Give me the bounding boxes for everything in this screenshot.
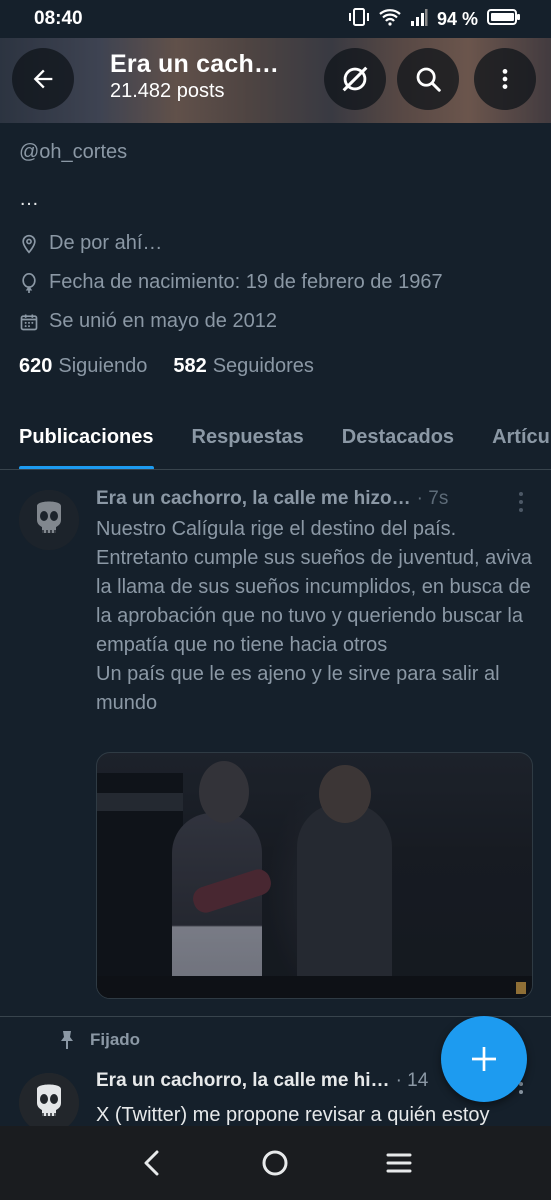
nav-recents-button[interactable] xyxy=(374,1138,424,1188)
profile-birthday-text: Fecha de nacimiento: 19 de febrero de 19… xyxy=(49,271,443,293)
media-singer-head xyxy=(319,765,371,823)
tab-articles[interactable]: Artículos xyxy=(492,406,551,469)
signal-icon xyxy=(410,7,428,32)
tweet[interactable]: Era un cachorro, la calle me hizo… · 7s … xyxy=(0,471,551,1017)
circle-home-icon xyxy=(262,1150,288,1176)
tweet-time[interactable]: · 7s xyxy=(417,488,449,510)
back-arrow-icon xyxy=(33,69,53,89)
profile-location-text: De por ahí… xyxy=(49,232,163,254)
following-label: Siguiendo xyxy=(58,355,148,377)
nav-back-button[interactable] xyxy=(127,1138,177,1188)
skull-avatar-image xyxy=(19,1073,79,1133)
header-title-block: Era un cach… 21.482 posts xyxy=(110,50,279,103)
profile-location: De por ahí… xyxy=(19,232,162,255)
media-singer xyxy=(297,803,392,998)
tweet-media-video[interactable] xyxy=(96,752,533,999)
more-vertical-icon xyxy=(502,69,508,89)
battery-percent: 94 % xyxy=(436,8,478,29)
compose-post-button[interactable] xyxy=(441,1016,527,1102)
skull-avatar-image xyxy=(19,490,79,550)
profile-handle: @oh_cortes xyxy=(19,141,128,163)
profile-joined-text: Se unió en mayo de 2012 xyxy=(49,310,277,332)
followers-label: Seguidores xyxy=(212,355,314,377)
tweet-more-button[interactable] xyxy=(517,491,525,518)
followers-link[interactable]: 582 Seguidores xyxy=(173,355,314,378)
status-icons: 94 % xyxy=(348,7,521,32)
status-time: 08:40 xyxy=(34,8,83,29)
plus-icon xyxy=(472,1047,496,1071)
media-corner-logo xyxy=(516,982,526,994)
search-button[interactable] xyxy=(397,48,459,110)
system-navigation-bar xyxy=(0,1126,551,1200)
battery-icon xyxy=(487,8,521,31)
tweet-header: Era un cachorro, la calle me hi… · 14 xyxy=(96,1070,428,1092)
media-guitarist-head xyxy=(199,761,249,823)
media-amp-top xyxy=(97,793,183,811)
tweet-author-name[interactable]: Era un cachorro, la calle me hizo… xyxy=(96,488,411,510)
nav-home-button[interactable] xyxy=(250,1138,300,1188)
follow-stats: 620 Siguiendo 582 Seguidores xyxy=(19,355,314,378)
tweet-text: Nuestro Calígula rige el destino del paí… xyxy=(96,518,532,714)
tab-replies[interactable]: Respuestas xyxy=(192,406,304,469)
profile-tabs: Publicaciones Respuestas Destacados Artí… xyxy=(0,406,551,470)
avatar[interactable] xyxy=(19,490,79,550)
wifi-icon xyxy=(379,8,401,31)
avatar[interactable] xyxy=(19,1073,79,1133)
back-button[interactable] xyxy=(12,48,74,110)
following-count: 620 xyxy=(19,355,53,377)
profile-birthday: Fecha de nacimiento: 19 de febrero de 19… xyxy=(19,271,443,294)
search-icon xyxy=(416,67,441,92)
more-options-button[interactable] xyxy=(474,48,536,110)
header-title: Era un cach… xyxy=(110,50,280,78)
tweet-author-name[interactable]: Era un cachorro, la calle me hi… xyxy=(96,1070,390,1092)
profile-header-banner: Era un cach… 21.482 posts xyxy=(0,38,551,123)
tweet-time[interactable]: · 14 xyxy=(396,1070,429,1092)
profile-bio: … xyxy=(19,188,39,210)
following-link[interactable]: 620 Siguiendo xyxy=(19,355,147,378)
header-posts-count: 21.482 posts xyxy=(110,80,225,102)
spaces-off-icon xyxy=(342,66,368,92)
calendar-icon xyxy=(20,314,38,330)
spaces-button[interactable] xyxy=(324,48,386,110)
media-stage xyxy=(97,976,532,998)
profile-joined: Se unió en mayo de 2012 xyxy=(19,310,277,333)
menu-lines-icon xyxy=(386,1153,412,1173)
tab-posts[interactable]: Publicaciones xyxy=(19,406,154,469)
status-bar: 08:40 94 % xyxy=(0,0,551,38)
vibrate-icon xyxy=(348,7,370,32)
balloon-icon xyxy=(22,272,36,293)
tweet-header: Era un cachorro, la calle me hizo… · 7s xyxy=(96,488,448,510)
more-vertical-icon xyxy=(519,492,523,512)
followers-count: 582 xyxy=(173,355,207,377)
tab-highlights[interactable]: Destacados xyxy=(342,406,454,469)
location-pin-icon xyxy=(22,234,36,254)
chevron-left-icon xyxy=(144,1150,159,1176)
